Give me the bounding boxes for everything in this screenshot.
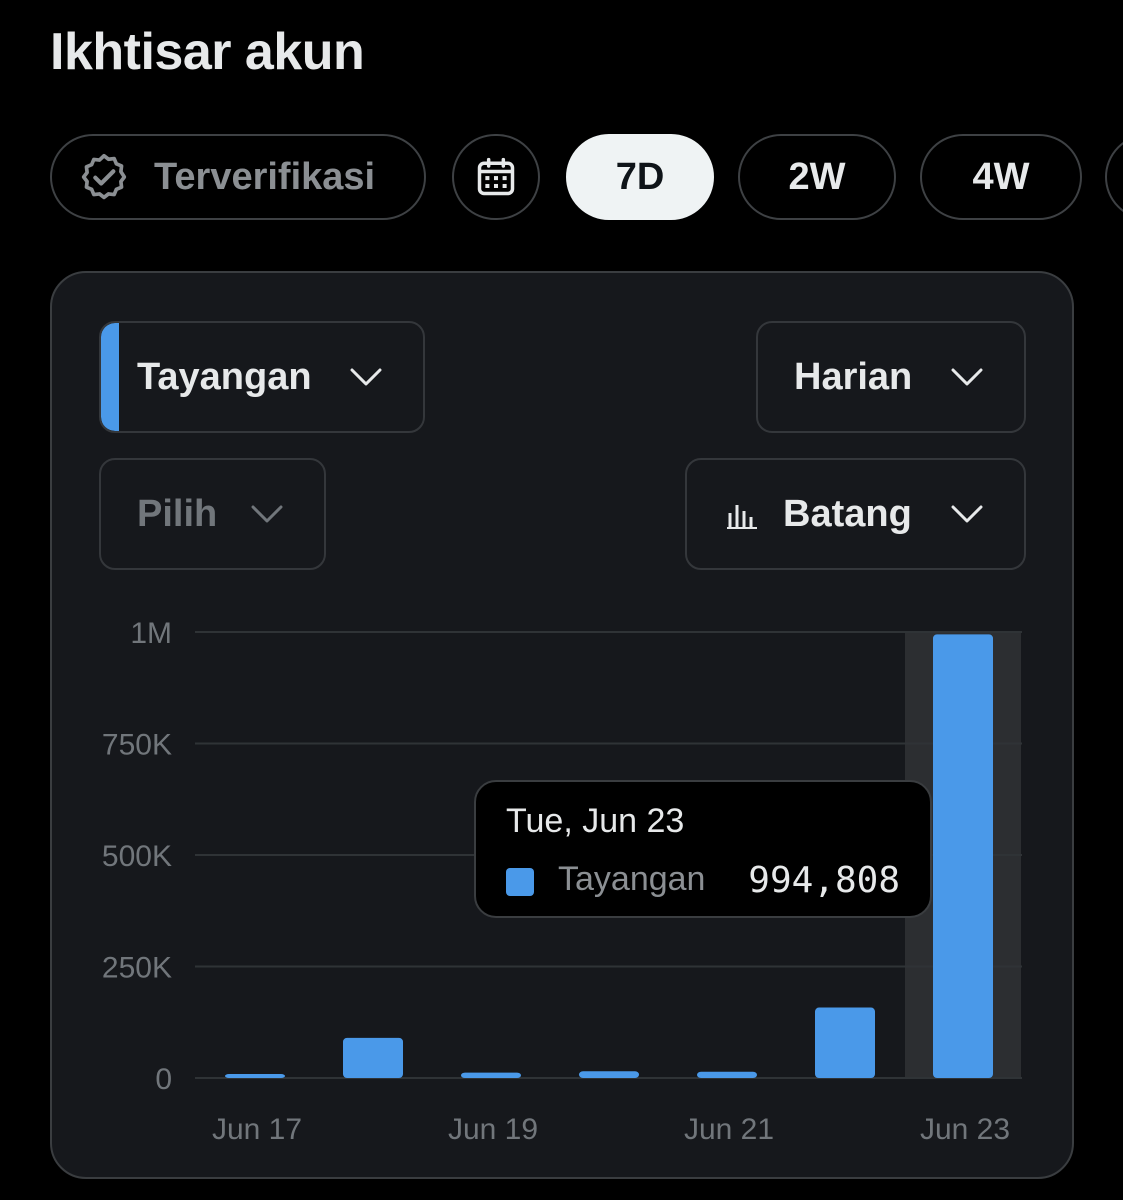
y-tick-label: 250K — [102, 952, 172, 985]
range-2w-button[interactable]: 2W — [738, 134, 896, 220]
account-overview-page: Ikhtisar akun Terverifikasi 7D 2W 4W Tay… — [0, 0, 1123, 1200]
tooltip-series-name: Tayangan — [558, 860, 706, 898]
range-7d-button[interactable]: 7D — [566, 134, 714, 220]
x-tick-label: Jun 23 — [920, 1113, 1010, 1146]
y-tick-label: 0 — [155, 1063, 172, 1096]
bar — [343, 1037, 403, 1078]
chart-tooltip: Tue, Jun 23 Tayangan 994,808 — [474, 780, 932, 918]
tooltip-value: 994,808 — [748, 860, 900, 901]
date-picker-button[interactable] — [452, 134, 540, 220]
range-more-button[interactable] — [1105, 134, 1123, 220]
calendar-icon — [477, 157, 515, 196]
bar — [461, 1072, 521, 1078]
bar — [225, 1074, 285, 1078]
y-tick-label: 1M — [130, 617, 172, 650]
range-4w-button[interactable]: 4W — [920, 134, 1082, 220]
chart-card: Tayangan Harian Pilih Batang 0250K 500K … — [50, 271, 1074, 1179]
bar — [579, 1071, 639, 1078]
x-tick-label: Jun 19 — [448, 1113, 538, 1146]
bar — [933, 634, 993, 1078]
filter-row: Terverifikasi 7D 2W 4W — [0, 134, 1123, 224]
y-tick-label: 750K — [102, 729, 172, 762]
page-title: Ikhtisar akun — [50, 23, 365, 81]
bar — [697, 1071, 757, 1078]
verified-badge-icon — [81, 153, 127, 200]
views-bar-chart: 0 250K 500K 750K 1M Jun 17 Jun 19 Jun 21 Jun 23 — [102, 617, 1022, 1146]
x-tick-label: Jun 17 — [212, 1113, 302, 1146]
tooltip-series-swatch — [506, 868, 534, 896]
x-tick-label: Jun 21 — [684, 1113, 774, 1146]
tooltip-date: Tue, Jun 23 — [506, 802, 685, 840]
verified-filter-button[interactable]: Terverifikasi — [50, 134, 426, 220]
bar — [815, 1007, 875, 1078]
verified-filter-label: Terverifikasi — [154, 155, 376, 198]
y-tick-label: 500K — [102, 840, 172, 873]
